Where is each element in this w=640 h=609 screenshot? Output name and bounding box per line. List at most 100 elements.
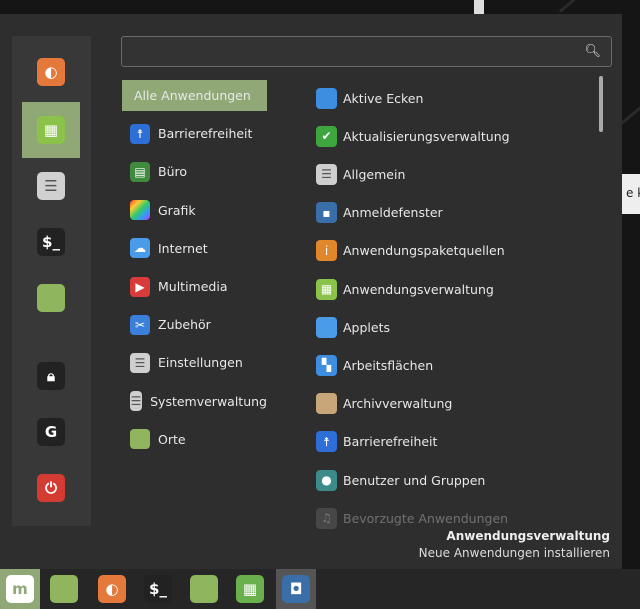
application-menu	[0, 14, 622, 569]
app-label: Anwendungspaketquellen	[343, 243, 505, 259]
app-item[interactable]: ☰ Allgemein	[316, 159, 405, 189]
category-item[interactable]: ☰ Einstellungen	[122, 347, 267, 378]
app-label: Aktualisierungsverwaltung	[343, 128, 510, 144]
category-item[interactable]: Orte	[122, 424, 267, 455]
category-item[interactable]: ▤ Büro	[122, 156, 267, 187]
app-item[interactable]: ● Benutzer und Gruppen	[316, 465, 485, 495]
desktop-window-edge	[474, 0, 484, 14]
mint-install-icon: ▦	[316, 278, 337, 300]
sidebar-logout-button[interactable]: G	[22, 404, 80, 460]
app-label: Aktive Ecken	[343, 90, 424, 106]
cloud-icon: ☁	[130, 238, 150, 259]
app-item[interactable]: i Anwendungspaketquellen	[316, 236, 505, 266]
scissors-icon: ✂	[130, 314, 150, 335]
accessibility-icon: ☨	[130, 123, 150, 144]
category-item[interactable]: ☨ Barrierefreiheit	[122, 118, 267, 149]
sidebar-files-button[interactable]	[22, 270, 80, 326]
category-label: Büro	[158, 164, 188, 180]
category-label: Multimedia	[158, 279, 228, 294]
app-item[interactable]: ▚ Arbeitsflächen	[316, 350, 433, 380]
wallpaper-stripe	[559, 0, 630, 13]
archive-icon	[316, 393, 337, 415]
app-label: Barrierefreiheit	[343, 434, 438, 450]
login-window-icon: ▪	[316, 202, 337, 224]
sidebar-shutdown-button[interactable]: ⏻	[22, 460, 80, 516]
favorites-sidebar: ◐ ▦ ☰ $_ 🔒︎ G ⏻	[12, 36, 91, 526]
users-icon: ●	[316, 469, 337, 491]
category-label: Alle Anwendungen	[134, 88, 251, 103]
office-icon: ▤	[130, 161, 150, 182]
lock-icon: 🔒︎	[37, 362, 65, 390]
folder-icon	[130, 429, 150, 450]
camera-icon: ◘	[282, 575, 310, 603]
sidebar-firefox-button[interactable]: ◐	[22, 44, 80, 100]
description-subtitle: Neue Anwendungen installieren	[418, 546, 610, 560]
app-item[interactable]: ▦ Anwendungsverwaltung	[316, 274, 494, 304]
desktop-popup[interactable]: e ko	[622, 174, 640, 214]
app-item[interactable]: Applets	[316, 312, 390, 342]
terminal-icon: $_	[37, 228, 65, 256]
category-label: Systemverwaltung	[150, 393, 267, 409]
category-label: Grafik	[158, 202, 196, 218]
mint-install-icon: ▦	[37, 116, 65, 144]
settings-icon: ☰	[130, 352, 150, 373]
sidebar-lock-button[interactable]: 🔒︎	[22, 348, 80, 404]
sidebar-terminal-button[interactable]: $_	[22, 214, 80, 270]
app-label: Bevorzugte Anwendungen	[343, 510, 509, 526]
power-icon: ⏻	[37, 474, 65, 502]
category-label: Barrierefreiheit	[158, 126, 253, 142]
app-label: Arbeitsflächen	[343, 357, 434, 373]
app-label: Applets	[343, 319, 390, 335]
taskbar-show-desktop-button[interactable]	[44, 569, 84, 609]
app-label: Allgemein	[343, 166, 406, 182]
taskbar-firefox-button[interactable]: ◐	[92, 569, 132, 609]
category-label: Zubehör	[158, 317, 211, 333]
taskbar-files-button[interactable]	[184, 569, 224, 609]
app-item[interactable]: ✔ Aktualisierungsverwaltung	[316, 121, 510, 151]
folder-icon	[190, 575, 218, 603]
app-label: Archivverwaltung	[343, 396, 453, 412]
search-box[interactable]: 🔍︎	[121, 36, 612, 67]
firefox-icon: ◐	[37, 58, 65, 86]
taskbar-terminal-button[interactable]: $_	[138, 569, 178, 609]
taskbar-menu-button[interactable]: m	[0, 569, 40, 609]
play-icon: ▶	[130, 276, 150, 297]
workspaces-icon: ▚	[316, 354, 337, 376]
search-input[interactable]	[132, 44, 585, 59]
category-item[interactable]: ✂ Zubehör	[122, 309, 267, 340]
app-item[interactable]: Archivverwaltung	[316, 389, 452, 419]
hot-corners-icon	[316, 87, 337, 109]
category-item[interactable]: Alle Anwendungen	[122, 80, 267, 111]
app-label: Anmeldefenster	[343, 205, 443, 221]
app-label: Anwendungsverwaltung	[343, 281, 494, 297]
app-item[interactable]: Aktive Ecken	[316, 83, 423, 113]
app-label: Benutzer und Gruppen	[343, 472, 486, 488]
sidebar-settings-button[interactable]: ☰	[22, 158, 80, 214]
shield-icon: ✔	[316, 125, 337, 147]
system-icon: ☰	[130, 391, 143, 412]
category-item[interactable]: ☰ Systemverwaltung	[122, 386, 267, 417]
app-description: Anwendungsverwaltung Neue Anwendungen in…	[419, 528, 610, 562]
popup-text: e ko	[626, 186, 640, 200]
taskbar-screenshot-button[interactable]: ◘	[276, 569, 316, 609]
preferred-apps-icon: ♫	[316, 507, 337, 529]
category-item[interactable]: ☁ Internet	[122, 233, 267, 264]
taskbar-software-manager-button[interactable]: ▦	[230, 569, 270, 609]
scrollbar[interactable]	[599, 76, 603, 132]
info-icon: i	[316, 240, 337, 262]
app-item[interactable]: ▪ Anmeldefenster	[316, 198, 443, 228]
terminal-icon: $_	[144, 575, 172, 603]
search-icon[interactable]: 🔍︎	[584, 44, 601, 59]
app-item[interactable]: ☨ Barrierefreiheit	[316, 427, 437, 457]
sidebar-software-manager-button[interactable]: ▦	[22, 102, 80, 158]
applets-icon	[316, 316, 337, 338]
mint-install-icon: ▦	[236, 575, 264, 603]
category-item[interactable]: ▶ Multimedia	[122, 271, 267, 302]
accessibility-icon: ☨	[316, 431, 337, 453]
category-label: Orte	[158, 431, 186, 447]
firefox-icon: ◐	[98, 575, 126, 603]
desktop-icon	[50, 575, 78, 603]
graphics-icon	[130, 200, 150, 221]
category-item[interactable]: Grafik	[122, 195, 267, 226]
taskbar: m ◐ $_ ▦ ◘	[0, 569, 640, 609]
